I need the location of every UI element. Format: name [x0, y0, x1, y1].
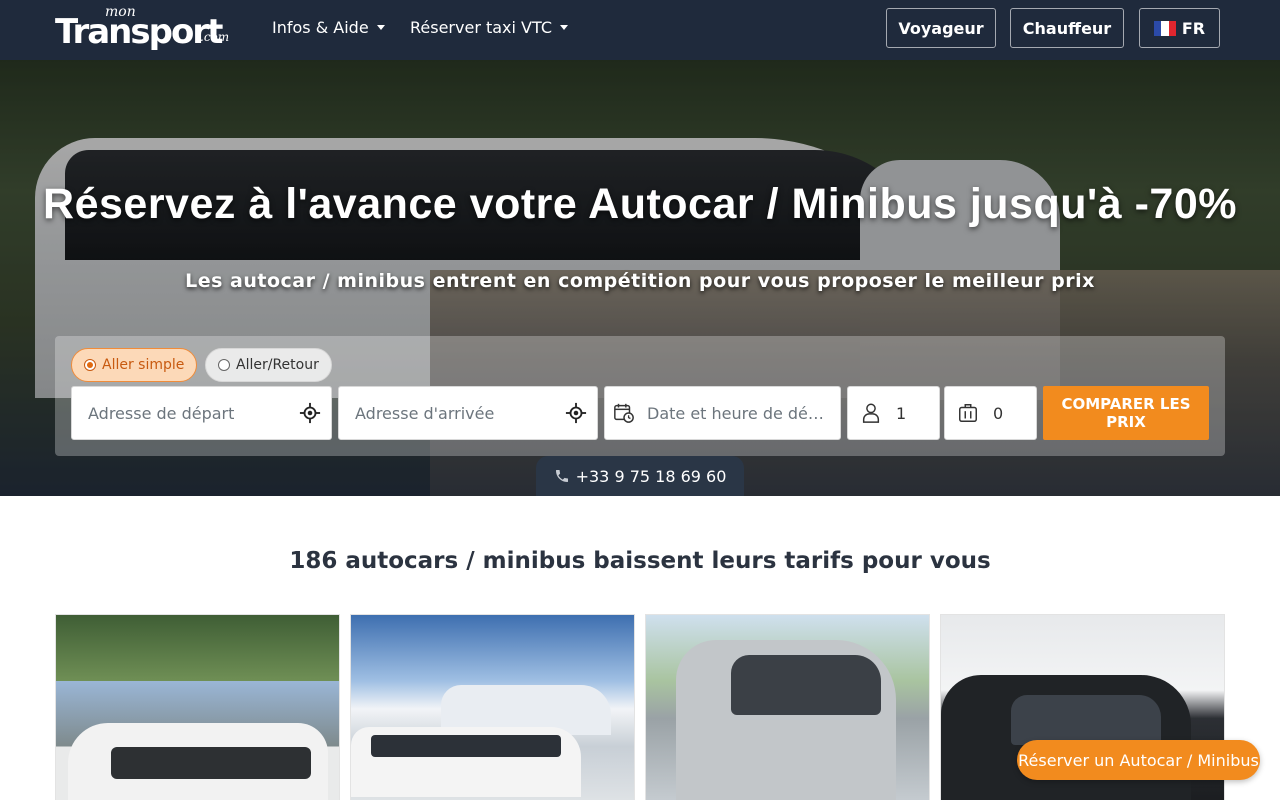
chauffeur-button[interactable]: Chauffeur	[1010, 8, 1124, 48]
vehicle-windows	[371, 735, 561, 757]
arrival-address-placeholder: Adresse d'arrivée	[355, 403, 495, 423]
nav-reserver-taxi-dropdown[interactable]: Réserver taxi VTC	[410, 18, 569, 37]
logo[interactable]: mon Transport .com	[55, 4, 250, 54]
departure-address-placeholder: Adresse de départ	[88, 403, 235, 423]
nav-infos-aide-label: Infos & Aide	[272, 18, 369, 37]
departure-address-input[interactable]: Adresse de départ	[71, 386, 332, 440]
luggage-value: 0	[993, 403, 1004, 423]
hero-subtitle: Les autocar / minibus entrent en compéti…	[185, 270, 1095, 292]
luggage-input[interactable]: 0	[944, 386, 1037, 440]
search-form: Aller simple Aller/Retour Adresse de dép…	[55, 336, 1225, 456]
vehicle-card-minibus-silver[interactable]	[645, 614, 930, 800]
crosshair-icon[interactable]	[299, 402, 321, 424]
voyageur-button[interactable]: Voyageur	[886, 8, 996, 48]
hero-title: Réservez à l'avance votre Autocar / Mini…	[43, 180, 1237, 228]
compare-prices-button[interactable]: COMPARER LES PRIX	[1043, 386, 1209, 440]
language-selector[interactable]: FR	[1139, 8, 1220, 48]
section-title: 186 autocars / minibus baissent leurs ta…	[289, 548, 991, 574]
suitcase-icon	[959, 404, 977, 422]
hero-banner: Réservez à l'avance votre Autocar / Mini…	[0, 60, 1280, 496]
trip-type-round-trip-label: Aller/Retour	[236, 357, 319, 373]
vehicle-card-coach-port[interactable]	[350, 614, 635, 800]
trip-type-round-trip-radio[interactable]: Aller/Retour	[205, 348, 332, 382]
calendar-clock-icon	[614, 403, 634, 423]
book-coach-floating-button[interactable]: Réserver un Autocar / Minibus	[1017, 740, 1260, 780]
radio-unselected-icon	[218, 359, 230, 371]
nav-reserver-taxi-label: Réserver taxi VTC	[410, 18, 553, 37]
arrival-address-input[interactable]: Adresse d'arrivée	[338, 386, 598, 440]
departure-date-placeholder: Date et heure de dép...	[647, 403, 830, 423]
radio-selected-icon	[84, 359, 96, 371]
trip-type-one-way-label: Aller simple	[102, 357, 185, 373]
departure-date-input[interactable]: Date et heure de dép...	[604, 386, 841, 440]
france-flag-icon	[1153, 20, 1176, 36]
passengers-input[interactable]: 1	[847, 386, 940, 440]
vehicle-windows	[111, 747, 311, 779]
vehicle-windshield	[1011, 695, 1161, 745]
phone-icon	[555, 470, 568, 482]
logo-suffix-text: .com	[200, 30, 230, 44]
vehicle-windshield	[731, 655, 881, 715]
phone-contact[interactable]: +33 9 75 18 69 60	[536, 456, 744, 496]
chevron-down-icon	[560, 25, 569, 30]
crosshair-icon[interactable]	[565, 402, 587, 424]
vehicle-card-minibus-white[interactable]	[55, 614, 340, 800]
phone-number: +33 9 75 18 69 60	[575, 466, 727, 486]
language-label: FR	[1181, 18, 1206, 38]
chevron-down-icon	[376, 25, 385, 30]
trip-type-one-way-radio[interactable]: Aller simple	[71, 348, 198, 382]
logo-main-text: Transport	[55, 12, 223, 52]
top-navbar: mon Transport .com Infos & Aide Réserver…	[0, 0, 1280, 60]
passengers-value: 1	[896, 403, 907, 423]
person-icon	[862, 403, 880, 423]
nav-infos-aide-dropdown[interactable]: Infos & Aide	[272, 18, 385, 37]
